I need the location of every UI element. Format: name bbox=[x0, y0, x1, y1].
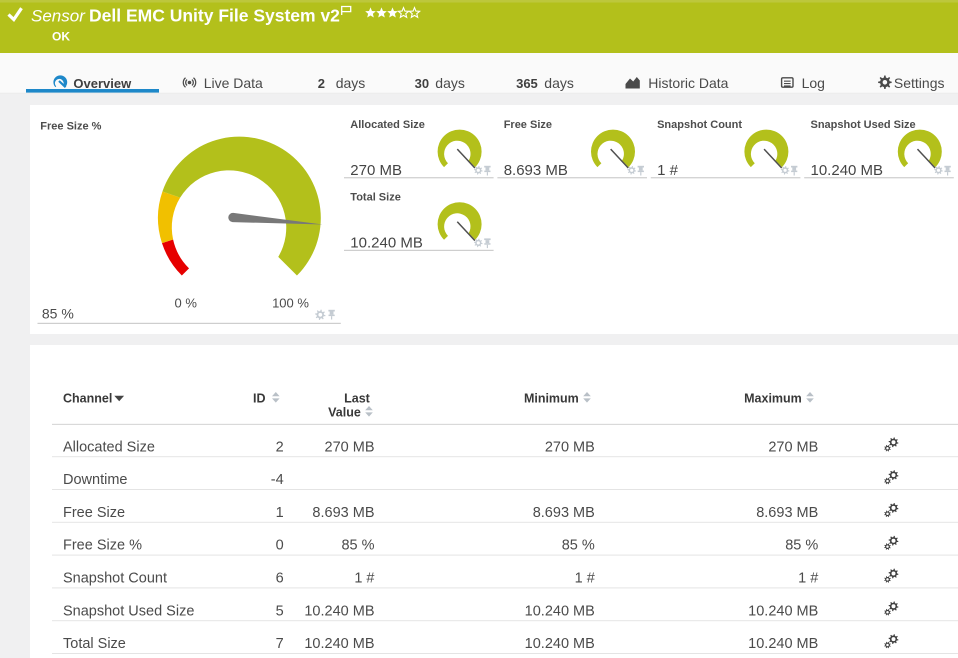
svg-text:ID: ID bbox=[253, 392, 266, 406]
svg-text:Snapshot Count: Snapshot Count bbox=[63, 571, 167, 587]
svg-text:Minimum: Minimum bbox=[524, 392, 579, 406]
svg-text:10.240 MB: 10.240 MB bbox=[525, 603, 595, 619]
svg-text:Historic Data: Historic Data bbox=[648, 75, 728, 91]
svg-text:days: days bbox=[336, 75, 366, 91]
svg-text:Last: Last bbox=[344, 392, 371, 406]
svg-text:Snapshot Used Size: Snapshot Used Size bbox=[811, 119, 916, 131]
svg-text:0 %: 0 % bbox=[174, 296, 197, 311]
svg-text:10.240 MB: 10.240 MB bbox=[748, 636, 818, 652]
svg-text:8.693 MB: 8.693 MB bbox=[504, 162, 568, 179]
svg-text:Live Data: Live Data bbox=[204, 75, 263, 91]
svg-text:270 MB: 270 MB bbox=[350, 162, 402, 179]
svg-text:Log: Log bbox=[802, 75, 825, 91]
svg-text:Total Size: Total Size bbox=[350, 192, 401, 204]
svg-text:days: days bbox=[435, 75, 465, 91]
svg-text:8.693 MB: 8.693 MB bbox=[533, 505, 595, 521]
svg-text:270 MB: 270 MB bbox=[768, 439, 818, 455]
svg-text:Value: Value bbox=[328, 406, 361, 420]
svg-text:10.240 MB: 10.240 MB bbox=[525, 636, 595, 652]
svg-text:85 %: 85 % bbox=[562, 538, 595, 554]
svg-text:days: days bbox=[544, 75, 574, 91]
svg-text:100 %: 100 % bbox=[272, 296, 309, 311]
svg-text:85 %: 85 % bbox=[785, 538, 818, 554]
svg-text:Downtime: Downtime bbox=[63, 472, 127, 488]
svg-text:Free Size %: Free Size % bbox=[63, 538, 142, 554]
svg-text:Settings: Settings bbox=[894, 75, 945, 91]
svg-text:270 MB: 270 MB bbox=[325, 439, 375, 455]
svg-text:Allocated Size: Allocated Size bbox=[63, 439, 155, 455]
svg-text:1 #: 1 # bbox=[354, 571, 374, 587]
svg-text:6: 6 bbox=[276, 571, 284, 587]
svg-text:Total Size: Total Size bbox=[63, 636, 126, 652]
svg-text:Free Size: Free Size bbox=[63, 505, 125, 521]
svg-text:Free Size: Free Size bbox=[504, 119, 552, 131]
svg-text:Snapshot Used Size: Snapshot Used Size bbox=[63, 603, 194, 619]
svg-text:30: 30 bbox=[415, 76, 429, 91]
svg-text:2: 2 bbox=[318, 76, 325, 91]
svg-text:7: 7 bbox=[276, 636, 284, 652]
svg-text:5: 5 bbox=[276, 603, 284, 619]
svg-text:270 MB: 270 MB bbox=[545, 439, 595, 455]
svg-text:1 #: 1 # bbox=[657, 162, 679, 179]
svg-text:Maximum: Maximum bbox=[744, 392, 802, 406]
svg-text:10.240 MB: 10.240 MB bbox=[304, 636, 374, 652]
svg-text:8.693 MB: 8.693 MB bbox=[312, 505, 374, 521]
svg-text:85 %: 85 % bbox=[341, 538, 374, 554]
svg-text:1: 1 bbox=[276, 505, 284, 521]
svg-text:0: 0 bbox=[276, 538, 284, 554]
svg-text:-4: -4 bbox=[271, 472, 284, 488]
svg-text:10.240 MB: 10.240 MB bbox=[350, 235, 423, 252]
svg-text:Overview: Overview bbox=[73, 76, 132, 91]
svg-text:OK: OK bbox=[52, 30, 70, 44]
svg-text:1 #: 1 # bbox=[575, 571, 595, 587]
svg-text:365: 365 bbox=[516, 76, 538, 91]
svg-text:10.240 MB: 10.240 MB bbox=[304, 603, 374, 619]
svg-text:Free Size %: Free Size % bbox=[40, 121, 101, 133]
svg-text:10.240 MB: 10.240 MB bbox=[811, 162, 884, 179]
svg-text:Sensor: Sensor bbox=[31, 7, 86, 26]
svg-text:1 #: 1 # bbox=[798, 571, 818, 587]
svg-text:85 %: 85 % bbox=[42, 306, 74, 322]
svg-text:10.240 MB: 10.240 MB bbox=[748, 603, 818, 619]
svg-text:Channel: Channel bbox=[63, 392, 112, 406]
svg-text:Allocated Size: Allocated Size bbox=[350, 119, 425, 131]
svg-text:2: 2 bbox=[276, 439, 284, 455]
svg-text:Snapshot Count: Snapshot Count bbox=[657, 119, 742, 131]
svg-text:Dell EMC Unity File System v2: Dell EMC Unity File System v2 bbox=[89, 6, 340, 26]
svg-text:8.693 MB: 8.693 MB bbox=[756, 505, 818, 521]
